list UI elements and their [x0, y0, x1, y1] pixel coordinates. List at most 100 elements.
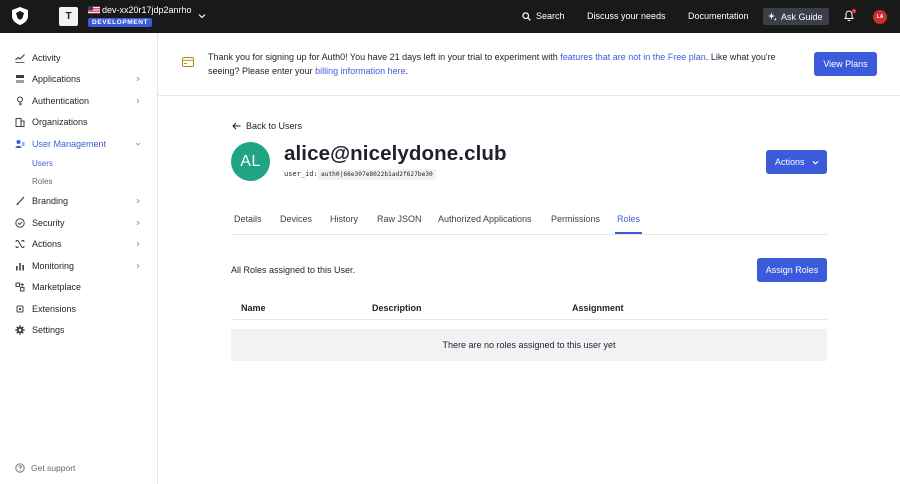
actions-icon	[15, 239, 25, 249]
ask-guide-button[interactable]: Ask Guide	[763, 8, 829, 25]
user-id-label: user_id:	[284, 170, 318, 178]
sidebar-item-monitoring[interactable]: Monitoring	[0, 256, 157, 276]
chevron-right-icon	[136, 263, 140, 269]
sidebar-subitem-users[interactable]: Users	[32, 159, 53, 168]
us-flag-icon	[88, 6, 100, 14]
tab-details[interactable]: Details	[234, 214, 262, 224]
sidebar-item-organizations[interactable]: Organizations	[0, 112, 157, 132]
arrow-left-icon	[232, 122, 241, 130]
gear-icon	[15, 325, 25, 335]
sidebar-item-security[interactable]: Security	[0, 213, 157, 233]
chevron-down-icon[interactable]	[198, 12, 206, 20]
user-management-icon	[15, 140, 25, 148]
sidebar-item-label: User Management	[32, 139, 107, 149]
chevron-right-icon	[136, 241, 140, 247]
sidebar: Activity Applications Authentication Org…	[0, 33, 158, 484]
back-to-users-link[interactable]: Back to Users	[232, 121, 302, 131]
notification-dot	[852, 9, 856, 13]
sidebar-item-label: Authentication	[32, 96, 90, 106]
sidebar-item-label: Settings	[32, 325, 65, 335]
sidebar-item-label: Organizations	[32, 117, 88, 127]
sidebar-subitem-roles[interactable]: Roles	[32, 177, 52, 186]
chevron-right-icon	[136, 220, 140, 226]
active-tab-indicator	[615, 232, 642, 234]
assign-roles-button[interactable]: Assign Roles	[757, 258, 827, 282]
chart-icon	[16, 263, 24, 271]
tab-history[interactable]: History	[330, 214, 358, 224]
sidebar-item-marketplace[interactable]: Marketplace	[0, 277, 157, 297]
marketplace-icon	[15, 282, 25, 292]
tenant-name[interactable]: dev-xx20r17jdp2anrho	[102, 5, 192, 15]
tenant-avatar[interactable]: T	[59, 7, 78, 26]
brush-icon	[16, 196, 25, 205]
sidebar-item-label: Actions	[32, 239, 62, 249]
actions-label: Actions	[775, 157, 805, 167]
view-plans-button[interactable]: View Plans	[814, 52, 877, 76]
get-support-label: Get support	[31, 463, 76, 473]
shield-icon	[15, 218, 25, 228]
sidebar-item-settings[interactable]: Settings	[0, 320, 157, 340]
search-button[interactable]: Search	[522, 11, 565, 21]
user-avatar-menu[interactable]: LA	[873, 10, 887, 24]
auth0-logo-icon[interactable]	[12, 7, 28, 25]
sidebar-item-authentication[interactable]: Authentication	[0, 91, 157, 111]
help-icon	[15, 463, 25, 473]
tab-authorized-applications[interactable]: Authorized Applications	[438, 214, 532, 224]
sidebar-item-label: Extensions	[32, 304, 77, 314]
user-id-value[interactable]: auth0|66e307e8022b1ad2f627be30	[318, 169, 436, 180]
column-header-assignment: Assignment	[572, 303, 624, 313]
discuss-link[interactable]: Discuss your needs	[587, 11, 666, 21]
sidebar-item-user-management[interactable]: User Management	[0, 134, 157, 154]
search-label: Search	[536, 11, 565, 21]
sidebar-item-label: Security	[32, 218, 65, 228]
billing-information-link[interactable]: billing information here	[315, 66, 406, 76]
sidebar-item-label: Applications	[32, 74, 81, 84]
top-bar: T dev-xx20r17jdp2anrho DEVELOPMENT Searc…	[0, 0, 900, 33]
sidebar-item-extensions[interactable]: Extensions	[0, 299, 157, 319]
search-icon	[522, 11, 531, 21]
trial-banner: Thank you for signing up for Auth0! You …	[158, 33, 900, 96]
trial-text-1: Thank you for signing up for Auth0! You …	[208, 52, 561, 62]
tab-raw-json[interactable]: Raw JSON	[377, 214, 422, 224]
chevron-right-icon	[136, 98, 140, 104]
sidebar-item-activity[interactable]: Activity	[0, 48, 157, 68]
sidebar-item-applications[interactable]: Applications	[0, 69, 157, 89]
sidebar-item-actions[interactable]: Actions	[0, 234, 157, 254]
chevron-down-icon	[135, 142, 141, 146]
tab-devices[interactable]: Devices	[280, 214, 312, 224]
roles-description: All Roles assigned to this User.	[231, 265, 356, 275]
sidebar-item-branding[interactable]: Branding	[0, 191, 157, 211]
page-title: alice@nicelydone.club	[284, 142, 507, 165]
column-header-name: Name	[241, 303, 266, 313]
sidebar-item-label: Marketplace	[32, 282, 82, 292]
sidebar-item-label: Branding	[32, 196, 69, 206]
applications-icon	[16, 75, 24, 83]
user-avatar: AL	[231, 142, 270, 181]
credit-card-icon	[182, 57, 194, 67]
column-header-description: Description	[372, 303, 422, 313]
ask-guide-label: Ask Guide	[781, 11, 823, 22]
chevron-right-icon	[136, 198, 140, 204]
free-plan-features-link[interactable]: features that are not in the Free plan	[560, 52, 706, 62]
authentication-icon	[16, 96, 24, 106]
extensions-icon	[16, 305, 24, 313]
tab-roles[interactable]: Roles	[617, 214, 640, 224]
chevron-down-icon	[812, 160, 818, 165]
sidebar-item-label: Activity	[32, 53, 61, 63]
sidebar-item-label: Monitoring	[32, 261, 75, 271]
tab-permissions[interactable]: Permissions	[551, 214, 600, 224]
trial-text-3: .	[405, 65, 409, 76]
documentation-link[interactable]: Documentation	[688, 11, 749, 21]
sparkle-icon	[768, 12, 777, 21]
roles-table-header: Name Description Assignment	[231, 296, 827, 320]
actions-dropdown-button[interactable]: Actions	[766, 150, 827, 174]
activity-icon	[15, 54, 25, 63]
chevron-right-icon	[136, 76, 140, 82]
empty-state-row: There are no roles assigned to this user…	[231, 329, 827, 361]
get-support-link[interactable]: Get support	[15, 463, 75, 473]
back-label: Back to Users	[246, 121, 303, 131]
user-tabs: Details Devices History Raw JSON Authori…	[231, 205, 827, 235]
organizations-icon	[15, 118, 25, 127]
trial-message: Thank you for signing up for Auth0! You …	[208, 51, 788, 78]
environment-badge: DEVELOPMENT	[88, 18, 153, 27]
